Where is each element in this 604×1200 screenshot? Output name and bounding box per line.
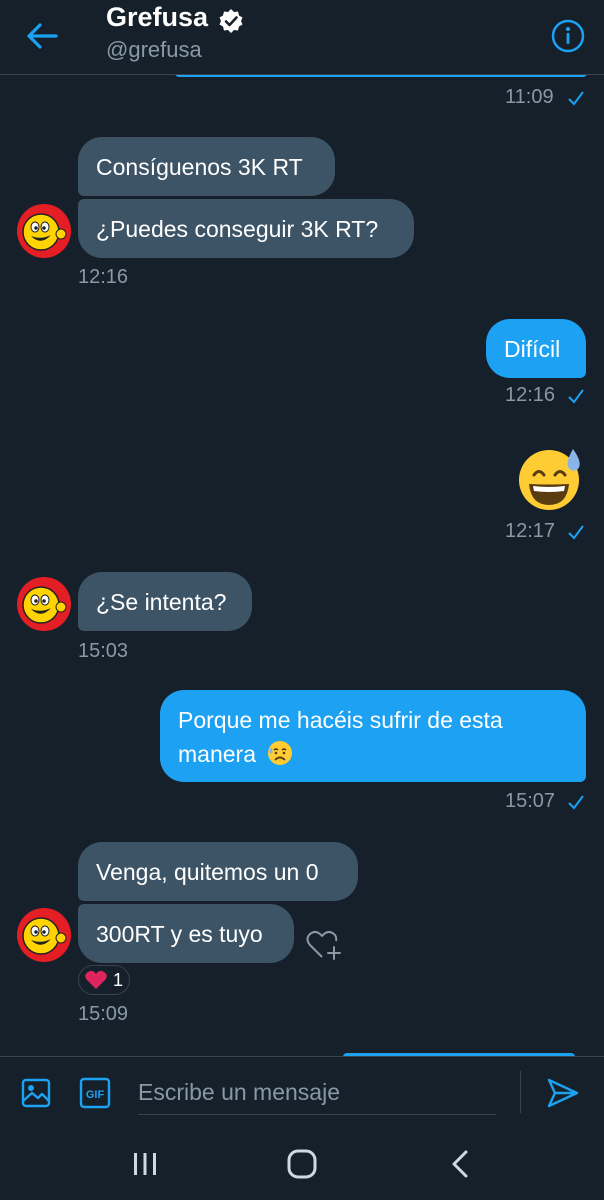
message-text: Porque me hacéis sufrir de esta manera [178, 707, 503, 767]
sent-check-icon [568, 525, 584, 540]
grinning-sweat-emoji-icon[interactable] [515, 447, 585, 511]
reaction-count: 1 [113, 969, 124, 990]
incoming-message-bubble[interactable]: Venga, quitemos un 0 [78, 842, 358, 901]
message-timestamp: 12:16 [505, 384, 556, 406]
back-arrow-icon[interactable] [22, 18, 62, 54]
outgoing-message-bubble[interactable]: Difícil [486, 319, 586, 378]
svg-text:GIF: GIF [86, 1089, 105, 1101]
contact-name[interactable]: Grefusa [106, 2, 208, 33]
message-timestamp: 12:16 [78, 266, 129, 288]
outgoing-message-bubble[interactable]: Porque me hacéis sufrir de esta manera [160, 690, 586, 782]
incoming-message-bubble[interactable]: 300RT y es tuyo [78, 904, 294, 963]
message-composer: GIF [0, 1056, 604, 1128]
message-timestamp: 15:07 [505, 790, 556, 812]
incoming-message-bubble[interactable]: Consíguenos 3K RT [78, 137, 335, 196]
message-timestamp: 11:09 [505, 86, 554, 108]
grefusa-avatar[interactable] [17, 908, 71, 962]
add-reaction-icon[interactable] [305, 928, 343, 962]
send-icon[interactable] [545, 1075, 581, 1111]
info-icon[interactable] [550, 18, 586, 54]
heart-reaction-icon [85, 970, 107, 989]
grefusa-avatar[interactable] [17, 204, 71, 258]
image-icon[interactable] [20, 1077, 52, 1109]
gif-icon[interactable]: GIF [79, 1077, 111, 1109]
message-timestamp: 15:03 [78, 640, 129, 662]
disappointed-relieved-emoji-icon [268, 741, 293, 765]
message-timestamp: 12:17 [505, 520, 556, 542]
sent-check-icon [568, 389, 584, 404]
message-timestamp: 15:09 [78, 1003, 129, 1025]
sent-check-icon [568, 795, 584, 810]
incoming-message-bubble[interactable]: ¿Puedes conseguir 3K RT? [78, 199, 414, 258]
system-navigation-bar [0, 1128, 604, 1200]
conversation-header: Grefusa @grefusa [0, 0, 604, 75]
composer-divider [520, 1071, 521, 1113]
sent-check-icon [568, 91, 584, 106]
recent-apps-icon[interactable] [130, 1150, 160, 1178]
message-input[interactable] [138, 1071, 496, 1115]
contact-handle[interactable]: @grefusa [106, 37, 202, 63]
home-icon[interactable] [286, 1148, 318, 1180]
verified-badge-icon [219, 9, 243, 33]
grefusa-avatar[interactable] [17, 577, 71, 631]
reaction-badge[interactable]: 1 [78, 965, 130, 995]
incoming-message-bubble[interactable]: ¿Se intenta? [78, 572, 252, 631]
system-back-icon[interactable] [448, 1148, 472, 1180]
